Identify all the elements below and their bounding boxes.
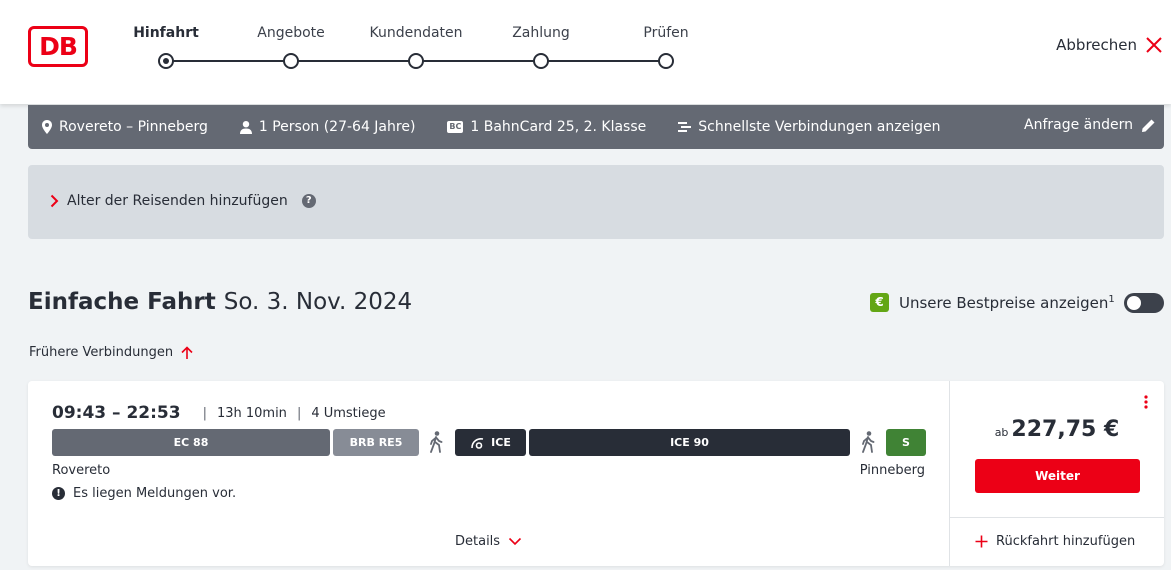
results-title: Einfache Fahrt So. 3. Nov. 2024 [28, 289, 412, 315]
step-zahlung-dot [533, 53, 549, 69]
person-icon [239, 120, 252, 134]
plus-icon [975, 535, 988, 548]
walking-icon [428, 429, 444, 456]
segment-ice-label: ICE [491, 436, 511, 449]
transfer-count: 4 Umstiege [311, 405, 386, 421]
footnote-marker: 1 [1108, 293, 1115, 305]
divider: | [202, 405, 207, 421]
step-angebote-dot [283, 53, 299, 69]
more-options-icon[interactable] [1144, 395, 1148, 409]
continue-button[interactable]: Weiter [975, 459, 1140, 493]
chevron-right-icon [50, 194, 59, 208]
segment-s-bahn: S [886, 429, 926, 456]
close-icon [1146, 37, 1162, 53]
add-traveler-age-label: Alter der Reisenden hinzufügen [67, 193, 288, 209]
notice-text: Es liegen Meldungen vor. [73, 486, 237, 501]
service-notice: ! Es liegen Meldungen vor. [52, 486, 236, 501]
step-zahlung-label: Zahlung [512, 25, 570, 41]
bahncard-text: 1 BahnCard 25, 2. Klasse [470, 119, 647, 135]
trip-type-heading: Einfache Fahrt [28, 289, 216, 315]
best-price-label: Unsere Bestpreise anzeigen1 [899, 293, 1115, 312]
speed-icon [678, 122, 692, 132]
step-hinfahrt-label: Hinfahrt [133, 25, 199, 41]
passenger-text: 1 Person (27-64 Jahre) [258, 119, 416, 135]
divider: | [296, 405, 302, 421]
connection-info: 09:43 – 22:53 | 13h 10min | 4 Umstiege E… [28, 381, 950, 566]
fastest-text: Schnellste Verbindungen anzeigen [698, 119, 941, 135]
offer-panel: ab 227,75 € Weiter Rückfahrt hinzufügen [950, 381, 1164, 566]
cancel-label: Abbrechen [1056, 36, 1137, 54]
fastest-summary[interactable]: Schnellste Verbindungen anzeigen [678, 119, 940, 135]
booking-stepper: Hinfahrt Angebote Kundendaten Zahlung Pr… [0, 0, 800, 104]
price-display: ab 227,75 € [950, 417, 1164, 442]
add-return-trip-label: Rückfahrt hinzufügen [996, 534, 1136, 549]
destination-station: Pinneberg [859, 463, 925, 478]
origin-station: Rovereto [52, 463, 111, 478]
duration: 13h 10min [216, 405, 287, 421]
best-price-toggle[interactable] [1124, 293, 1164, 313]
passenger-summary[interactable]: 1 Person (27-64 Jahre) [239, 119, 416, 135]
connection-times: 09:43 – 22:53 | 13h 10min | 4 Umstiege [52, 403, 386, 423]
price-prefix: ab [994, 426, 1009, 439]
price-amount: 227,75 € [1011, 417, 1120, 442]
segment-ice-90: ICE 90 [529, 429, 850, 456]
step-hinfahrt-dot [158, 53, 174, 69]
step-kundendaten-dot [408, 53, 424, 69]
arrow-up-icon [181, 345, 193, 359]
step-pruefen-label: Prüfen [643, 25, 689, 41]
details-toggle[interactable]: Details [455, 534, 522, 549]
euro-icon: € [870, 293, 889, 312]
add-traveler-age-link[interactable]: Alter der Reisenden hinzufügen ? [50, 193, 316, 209]
departure-arrival-time: 09:43 – 22:53 [52, 403, 181, 423]
location-pin-icon [42, 120, 52, 134]
train-transfer-icon [471, 437, 484, 449]
query-summary-bar: Rovereto – Pinneberg 1 Person (27-64 Jah… [28, 105, 1164, 149]
route-text: Rovereto – Pinneberg [59, 119, 208, 135]
earlier-connections-label: Frühere Verbindungen [29, 345, 174, 360]
help-icon[interactable]: ? [301, 194, 316, 208]
change-query-label: Anfrage ändern [1024, 117, 1133, 133]
route-summary[interactable]: Rovereto – Pinneberg [42, 119, 208, 135]
divider [950, 517, 1164, 518]
add-return-trip-button[interactable]: Rückfahrt hinzufügen [975, 534, 1135, 549]
segment-ice-transfer: ICE [455, 429, 526, 456]
segment-ec-88: EC 88 [52, 429, 330, 456]
walking-icon [860, 429, 876, 456]
chevron-down-icon [509, 537, 522, 546]
traveler-age-panel: Alter der Reisenden hinzufügen ? [28, 165, 1164, 239]
step-angebote-label: Angebote [257, 25, 325, 41]
step-kundendaten-label: Kundendaten [369, 25, 463, 41]
step-pruefen-dot [658, 53, 674, 69]
alert-icon: ! [52, 487, 65, 500]
trip-date: So. 3. Nov. 2024 [223, 289, 413, 315]
change-query-button[interactable]: Anfrage ändern [1024, 117, 1156, 133]
segment-brb-re5: BRB RE5 [333, 429, 419, 456]
best-price-option: € Unsere Bestpreise anzeigen1 [870, 293, 1115, 312]
earlier-connections-link[interactable]: Frühere Verbindungen [29, 345, 193, 360]
bahncard-summary[interactable]: BC 1 BahnCard 25, 2. Klasse [447, 119, 646, 135]
details-label: Details [455, 534, 501, 549]
site-header: DB Hinfahrt Angebote Kundendaten Zahlung… [0, 0, 1171, 104]
bahncard-icon: BC [447, 121, 464, 133]
pencil-icon [1142, 119, 1155, 132]
connection-card: 09:43 – 22:53 | 13h 10min | 4 Umstiege E… [28, 381, 1164, 566]
cancel-button[interactable]: Abbrechen [1056, 36, 1163, 54]
